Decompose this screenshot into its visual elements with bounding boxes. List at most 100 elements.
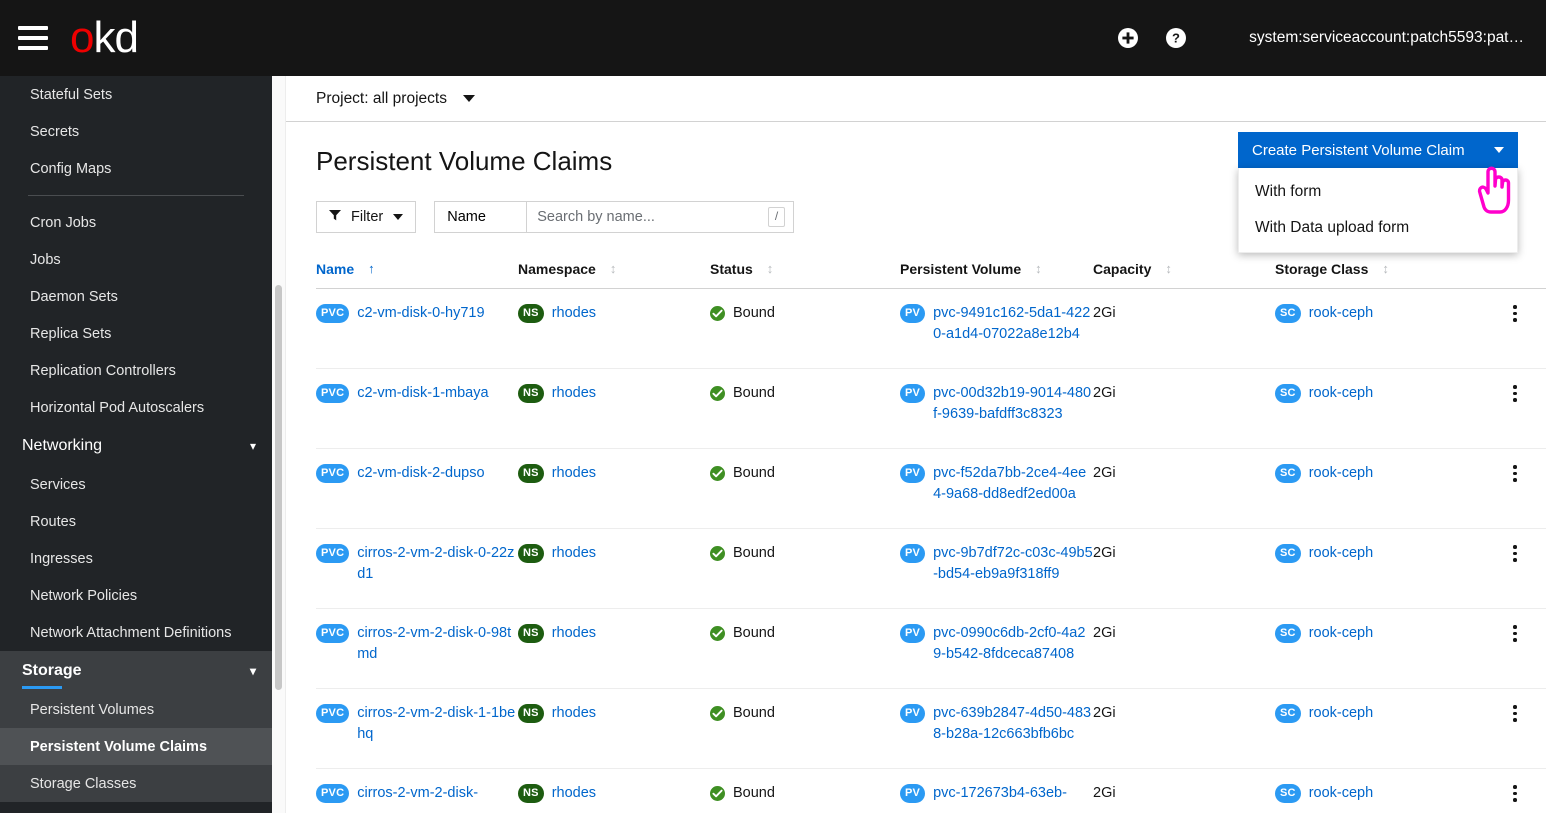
menu-item-with-data-upload-form[interactable]: With Data upload form — [1239, 210, 1517, 246]
cell-status: Bound — [710, 623, 900, 644]
sidebar-item-storage-classes[interactable]: Storage Classes — [0, 765, 272, 802]
row-actions-kebab-button[interactable] — [1505, 303, 1525, 322]
column-header-capacity[interactable]: Capacity ↕ — [1093, 261, 1275, 277]
cell-name: PVC c2-vm-disk-0-hy719 — [316, 303, 518, 324]
cell-persistent-volume: PV pvc-172673b4-63eb- — [900, 783, 1093, 804]
sidebar-item-services[interactable]: Services — [0, 466, 272, 503]
cell-actions — [1475, 303, 1535, 322]
pvc-name-link[interactable]: c2-vm-disk-2-dupso — [357, 463, 484, 484]
plus-circle-icon[interactable] — [1117, 27, 1139, 49]
cell-actions — [1475, 703, 1535, 722]
persistent-volume-link[interactable]: pvc-639b2847-4d50-4838-b28a-12c663bfb6bc — [933, 703, 1093, 745]
namespace-badge-icon: NS — [518, 384, 544, 403]
sidebar-item-jobs[interactable]: Jobs — [0, 241, 272, 278]
okd-console-page: o kd ? system:serviceaccount:patch5593:pa… — [0, 0, 1546, 813]
sidebar-item-network-policies[interactable]: Network Policies — [0, 577, 272, 614]
storage-class-link[interactable]: rook-ceph — [1309, 543, 1373, 564]
row-actions-kebab-button[interactable] — [1505, 463, 1525, 482]
search-input[interactable] — [537, 209, 768, 225]
status-badge: Bound — [710, 783, 775, 804]
menu-item-with-form[interactable]: With form — [1239, 174, 1517, 210]
namespace-link[interactable]: rhodes — [552, 383, 596, 404]
namespace-link[interactable]: rhodes — [552, 303, 596, 324]
username-label[interactable]: system:serviceaccount:patch5593:pat… — [1249, 29, 1524, 47]
persistent-volume-link[interactable]: pvc-f52da7bb-2ce4-4ee4-9a68-dd8edf2ed00a — [933, 463, 1093, 505]
cell-persistent-volume: PV pvc-9b7df72c-c03c-49b5-bd54-eb9a9f318f… — [900, 543, 1093, 585]
create-persistent-volume-claim-button[interactable]: Create Persistent Volume Claim — [1238, 132, 1518, 168]
persistent-volume-link[interactable]: pvc-9b7df72c-c03c-49b5-bd54-eb9a9f318ff9 — [933, 543, 1093, 585]
sidebar-item-network-attachment-definitions[interactable]: Network Attachment Definitions — [0, 614, 272, 651]
namespace-link[interactable]: rhodes — [552, 783, 596, 804]
sidebar-section-storage[interactable]: Storage ▾ — [0, 651, 272, 691]
scrollbar-thumb[interactable] — [275, 285, 282, 690]
table-body: PVC c2-vm-disk-0-hy719 NS rhodes Bound PV pvc-… — [316, 289, 1546, 813]
pvc-name-link[interactable]: cirros-2-vm-2-disk-1-1behq — [357, 703, 518, 745]
pvc-name-link[interactable]: c2-vm-disk-0-hy719 — [357, 303, 484, 324]
column-header-persistent-volume[interactable]: Persistent Volume ↕ — [900, 261, 1093, 277]
cell-name: PVC cirros-2-vm-2-disk-0-22zd1 — [316, 543, 518, 585]
help-circle-icon[interactable]: ? — [1165, 27, 1187, 49]
cell-persistent-volume: PV pvc-639b2847-4d50-4838-b28a-12c663bfb6… — [900, 703, 1093, 745]
sidebar-item-ingresses[interactable]: Ingresses — [0, 540, 272, 577]
row-actions-kebab-button[interactable] — [1505, 703, 1525, 722]
persistent-volume-link[interactable]: pvc-172673b4-63eb- — [933, 783, 1067, 804]
namespace-link[interactable]: rhodes — [552, 703, 596, 724]
namespace-link[interactable]: rhodes — [552, 463, 596, 484]
cell-status: Bound — [710, 383, 900, 404]
row-actions-kebab-button[interactable] — [1505, 543, 1525, 562]
cell-storage-class: SC rook-ceph — [1275, 383, 1475, 404]
sidebar-item-persistent-volume-claims[interactable]: Persistent Volume Claims — [0, 728, 272, 765]
column-header-storage-class[interactable]: Storage Class ↕ — [1275, 261, 1475, 277]
row-actions-kebab-button[interactable] — [1505, 383, 1525, 402]
pv-badge-icon: PV — [900, 784, 926, 803]
persistent-volume-link[interactable]: pvc-00d32b19-9014-480f-9639-bafdff3c8323 — [933, 383, 1093, 425]
project-selector[interactable]: Project: all projects — [316, 90, 475, 108]
sidebar-item-replication-controllers[interactable]: Replication Controllers — [0, 352, 272, 389]
sidebar-item-daemon-sets[interactable]: Daemon Sets — [0, 278, 272, 315]
okd-logo[interactable]: o kd — [70, 16, 139, 60]
storage-class-link[interactable]: rook-ceph — [1309, 383, 1373, 404]
namespace-link[interactable]: rhodes — [552, 543, 596, 564]
cell-capacity: 2Gi — [1093, 543, 1275, 564]
pvc-badge-icon: PVC — [316, 304, 350, 323]
pvc-badge-icon: PVC — [316, 384, 350, 403]
filter-dropdown[interactable]: Filter — [316, 201, 417, 233]
hamburger-icon[interactable] — [18, 26, 48, 50]
sidebar-item-stateful-sets[interactable]: Stateful Sets — [0, 76, 272, 113]
storage-class-link[interactable]: rook-ceph — [1309, 463, 1373, 484]
cell-namespace: NS rhodes — [518, 783, 710, 804]
namespace-badge-icon: NS — [518, 624, 544, 643]
column-header-name[interactable]: Name ↑ — [316, 261, 518, 277]
sidebar-item-persistent-volumes[interactable]: Persistent Volumes — [0, 691, 272, 728]
storage-class-link[interactable]: rook-ceph — [1309, 303, 1373, 324]
row-actions-kebab-button[interactable] — [1505, 623, 1525, 642]
create-dropdown-menu: With form With Data upload form — [1238, 168, 1518, 253]
row-actions-kebab-button[interactable] — [1505, 783, 1525, 802]
sidebar-item-config-maps[interactable]: Config Maps — [0, 150, 272, 187]
sidebar-item-cron-jobs[interactable]: Cron Jobs — [0, 204, 272, 241]
storage-class-link[interactable]: rook-ceph — [1309, 703, 1373, 724]
storage-class-link[interactable]: rook-ceph — [1309, 783, 1373, 804]
column-header-status[interactable]: Status ↕ — [710, 261, 900, 277]
svg-text:?: ? — [1172, 31, 1180, 46]
sidebar-item-routes[interactable]: Routes — [0, 503, 272, 540]
sidebar-nav: Stateful Sets Secrets Config Maps Cron J… — [0, 76, 272, 813]
namespace-link[interactable]: rhodes — [552, 623, 596, 644]
sidebar-item-secrets[interactable]: Secrets — [0, 113, 272, 150]
pvc-name-link[interactable]: cirros-2-vm-2-disk-0-98tmd — [357, 623, 518, 665]
persistent-volume-link[interactable]: pvc-0990c6db-2cf0-4a29-b542-8fdceca87408 — [933, 623, 1093, 665]
search-kind-dropdown[interactable]: Name — [434, 201, 527, 233]
capacity-value: 2Gi — [1093, 705, 1116, 721]
pvc-name-link[interactable]: cirros-2-vm-2-disk- — [357, 783, 478, 804]
cell-actions — [1475, 783, 1535, 802]
column-header-namespace[interactable]: Namespace ↕ — [518, 261, 710, 277]
sidebar-item-replica-sets[interactable]: Replica Sets — [0, 315, 272, 352]
storage-class-link[interactable]: rook-ceph — [1309, 623, 1373, 644]
persistent-volume-link[interactable]: pvc-9491c162-5da1-4220-a1d4-07022a8e12b4 — [933, 303, 1093, 345]
sidebar-section-networking[interactable]: Networking ▾ — [0, 426, 272, 466]
pvc-name-link[interactable]: c2-vm-disk-1-mbaya — [357, 383, 488, 404]
search-box: / — [526, 201, 795, 233]
pvc-name-link[interactable]: cirros-2-vm-2-disk-0-22zd1 — [357, 543, 518, 585]
sidebar-item-horizontal-pod-autoscalers[interactable]: Horizontal Pod Autoscalers — [0, 389, 272, 426]
cell-namespace: NS rhodes — [518, 463, 710, 484]
